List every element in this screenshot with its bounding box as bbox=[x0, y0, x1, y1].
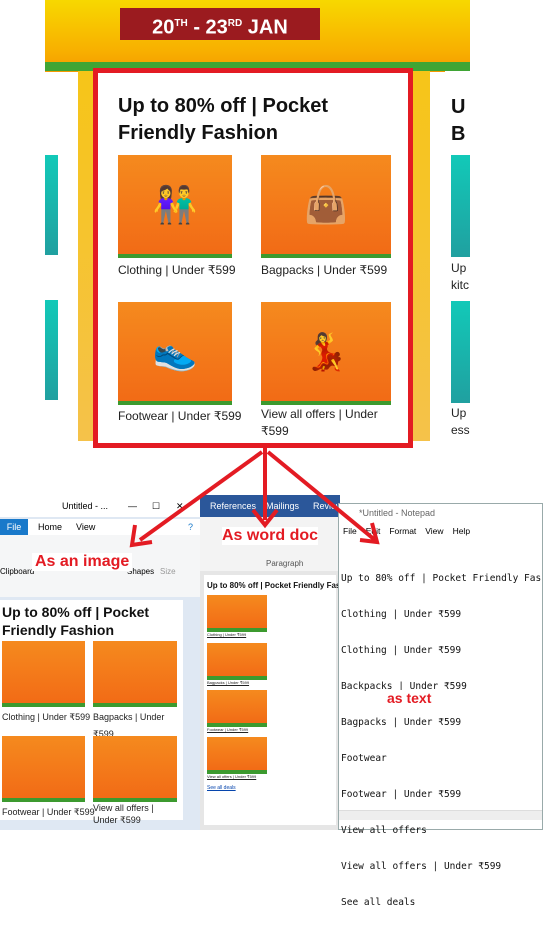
arrow-lines bbox=[129, 448, 380, 548]
text-line: View all offers | Under ₹599 bbox=[341, 861, 502, 872]
text-line: See all deals bbox=[341, 897, 416, 908]
arrow-to-notepad bbox=[266, 450, 377, 542]
red-arrows bbox=[129, 448, 380, 548]
arrow-to-paint bbox=[138, 450, 264, 542]
